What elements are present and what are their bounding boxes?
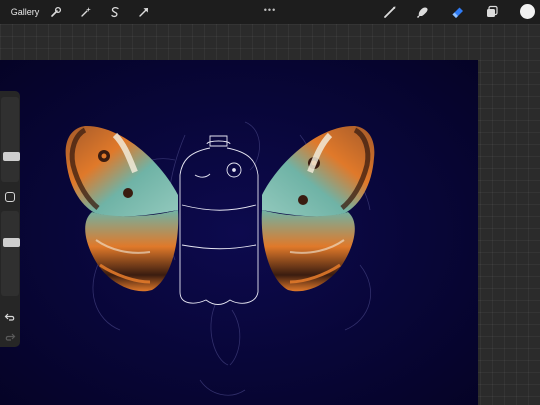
redo-button[interactable] bbox=[4, 330, 16, 342]
brush-tool-button[interactable] bbox=[380, 0, 400, 24]
color-picker-swatch[interactable] bbox=[520, 4, 535, 19]
top-toolbar: Gallery ••• bbox=[0, 0, 540, 24]
drawing-canvas[interactable] bbox=[0, 60, 478, 405]
artwork bbox=[65, 121, 375, 396]
selection-button[interactable] bbox=[107, 0, 123, 24]
selection-icon bbox=[111, 7, 119, 18]
layers-icon bbox=[487, 5, 498, 17]
opacity-thumb[interactable] bbox=[3, 238, 20, 247]
redo-icon bbox=[5, 333, 16, 341]
transform-button[interactable] bbox=[136, 0, 152, 24]
actions-button[interactable] bbox=[48, 0, 64, 24]
wrench-icon bbox=[51, 6, 62, 17]
more-options-button[interactable]: ••• bbox=[262, 0, 278, 22]
eraser-icon bbox=[452, 7, 463, 18]
transform-arrow-icon bbox=[139, 8, 148, 17]
magic-wand-icon bbox=[81, 7, 91, 17]
brush-size-slider[interactable] bbox=[1, 97, 20, 182]
left-wing bbox=[65, 125, 179, 292]
gallery-button[interactable]: Gallery bbox=[9, 0, 41, 24]
bottle-outline bbox=[179, 135, 259, 305]
smudge-tool-button[interactable] bbox=[413, 0, 433, 24]
right-wing bbox=[261, 125, 375, 292]
eraser-tool-button[interactable] bbox=[448, 0, 468, 24]
modify-square-button[interactable] bbox=[5, 192, 15, 202]
layers-button[interactable] bbox=[482, 0, 502, 24]
opacity-slider[interactable] bbox=[1, 211, 20, 296]
undo-button[interactable] bbox=[4, 310, 16, 322]
adjustments-button[interactable] bbox=[78, 0, 94, 24]
undo-icon bbox=[4, 313, 15, 321]
brush-icon bbox=[384, 6, 396, 18]
brush-size-thumb[interactable] bbox=[3, 152, 20, 161]
smudge-icon bbox=[416, 7, 428, 19]
brush-sidebar bbox=[0, 91, 20, 347]
